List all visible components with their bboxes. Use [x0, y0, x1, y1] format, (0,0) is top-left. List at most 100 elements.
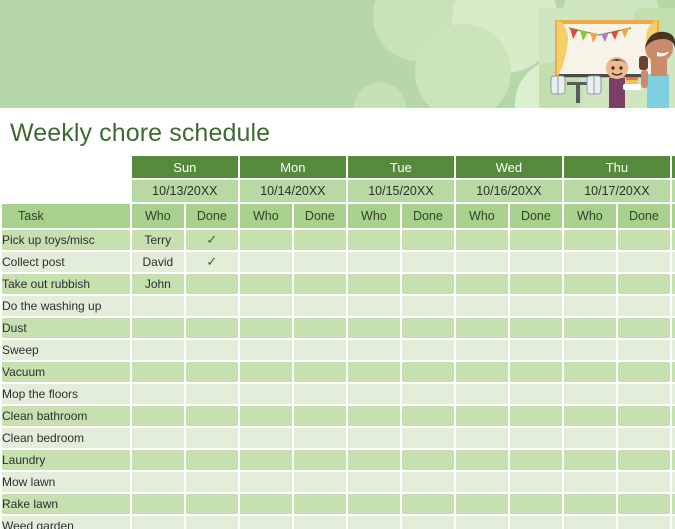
who-cell[interactable]	[132, 428, 184, 448]
who-cell[interactable]	[240, 494, 292, 514]
done-cell[interactable]	[294, 494, 346, 514]
done-cell[interactable]	[186, 340, 238, 360]
done-cell[interactable]	[618, 494, 670, 514]
who-cell[interactable]	[456, 252, 508, 272]
who-cell[interactable]: John	[132, 274, 184, 294]
done-cell[interactable]	[618, 384, 670, 404]
done-cell[interactable]	[186, 494, 238, 514]
done-cell[interactable]	[510, 296, 562, 316]
who-cell[interactable]	[564, 340, 616, 360]
done-cell[interactable]	[618, 362, 670, 382]
done-cell[interactable]	[294, 340, 346, 360]
who-cell[interactable]	[348, 406, 400, 426]
done-cell[interactable]	[402, 230, 454, 250]
who-cell[interactable]	[456, 516, 508, 529]
who-cell[interactable]	[348, 428, 400, 448]
task-name-cell[interactable]: Do the washing up	[2, 296, 130, 316]
who-cell[interactable]	[456, 406, 508, 426]
who-cell[interactable]	[132, 472, 184, 492]
task-name-cell[interactable]: Mow lawn	[2, 472, 130, 492]
done-cell[interactable]	[510, 450, 562, 470]
done-cell[interactable]	[510, 230, 562, 250]
who-cell[interactable]	[564, 494, 616, 514]
task-name-cell[interactable]: Mop the floors	[2, 384, 130, 404]
done-cell[interactable]	[294, 516, 346, 529]
who-cell[interactable]	[456, 494, 508, 514]
who-cell[interactable]	[240, 516, 292, 529]
who-cell[interactable]	[240, 274, 292, 294]
task-name-cell[interactable]: Sweep	[2, 340, 130, 360]
who-cell[interactable]	[132, 516, 184, 529]
who-cell[interactable]	[240, 362, 292, 382]
done-cell[interactable]	[294, 450, 346, 470]
done-cell[interactable]	[618, 472, 670, 492]
done-cell[interactable]	[402, 362, 454, 382]
who-cell[interactable]	[132, 494, 184, 514]
task-name-cell[interactable]: Take out rubbish	[2, 274, 130, 294]
done-cell[interactable]	[618, 340, 670, 360]
done-cell[interactable]	[618, 450, 670, 470]
done-cell[interactable]	[510, 340, 562, 360]
done-cell[interactable]	[510, 406, 562, 426]
done-cell[interactable]	[510, 472, 562, 492]
done-cell[interactable]	[402, 318, 454, 338]
who-cell[interactable]	[564, 384, 616, 404]
who-cell[interactable]	[132, 450, 184, 470]
who-cell[interactable]	[132, 362, 184, 382]
who-cell[interactable]	[564, 362, 616, 382]
done-cell[interactable]	[294, 252, 346, 272]
done-cell[interactable]	[402, 472, 454, 492]
done-cell[interactable]	[618, 274, 670, 294]
done-cell[interactable]	[294, 362, 346, 382]
who-cell[interactable]	[348, 252, 400, 272]
done-cell[interactable]	[186, 406, 238, 426]
done-cell[interactable]	[618, 406, 670, 426]
task-name-cell[interactable]: Vacuum	[2, 362, 130, 382]
who-cell[interactable]	[240, 450, 292, 470]
done-cell[interactable]	[294, 472, 346, 492]
who-cell[interactable]: David	[132, 252, 184, 272]
who-cell[interactable]	[456, 384, 508, 404]
who-cell[interactable]	[564, 318, 616, 338]
done-cell[interactable]	[294, 406, 346, 426]
who-cell[interactable]	[348, 516, 400, 529]
task-name-cell[interactable]: Weed garden	[2, 516, 130, 529]
done-cell[interactable]	[402, 296, 454, 316]
task-name-cell[interactable]: Laundry	[2, 450, 130, 470]
done-cell[interactable]	[186, 274, 238, 294]
who-cell[interactable]	[240, 296, 292, 316]
who-cell[interactable]	[348, 230, 400, 250]
done-cell[interactable]	[402, 494, 454, 514]
who-cell[interactable]	[348, 494, 400, 514]
done-cell[interactable]	[186, 516, 238, 529]
who-cell[interactable]	[564, 406, 616, 426]
who-cell[interactable]	[348, 472, 400, 492]
who-cell[interactable]	[240, 428, 292, 448]
who-cell[interactable]	[456, 362, 508, 382]
who-cell[interactable]	[240, 318, 292, 338]
done-cell[interactable]	[294, 230, 346, 250]
done-cell[interactable]	[510, 428, 562, 448]
done-cell[interactable]	[294, 318, 346, 338]
done-cell[interactable]	[510, 494, 562, 514]
done-cell[interactable]	[186, 472, 238, 492]
who-cell[interactable]	[348, 384, 400, 404]
who-cell[interactable]	[348, 340, 400, 360]
done-cell[interactable]	[618, 230, 670, 250]
done-cell[interactable]	[186, 450, 238, 470]
who-cell[interactable]	[240, 230, 292, 250]
who-cell[interactable]	[132, 318, 184, 338]
who-cell[interactable]	[564, 428, 616, 448]
done-cell[interactable]	[402, 340, 454, 360]
done-cell[interactable]	[294, 296, 346, 316]
who-cell[interactable]	[564, 296, 616, 316]
done-cell[interactable]	[402, 252, 454, 272]
task-name-cell[interactable]: Dust	[2, 318, 130, 338]
who-cell[interactable]	[564, 516, 616, 529]
who-cell[interactable]	[456, 230, 508, 250]
done-cell[interactable]	[618, 252, 670, 272]
done-cell[interactable]	[510, 274, 562, 294]
who-cell[interactable]	[132, 340, 184, 360]
who-cell[interactable]	[456, 428, 508, 448]
task-name-cell[interactable]: Rake lawn	[2, 494, 130, 514]
